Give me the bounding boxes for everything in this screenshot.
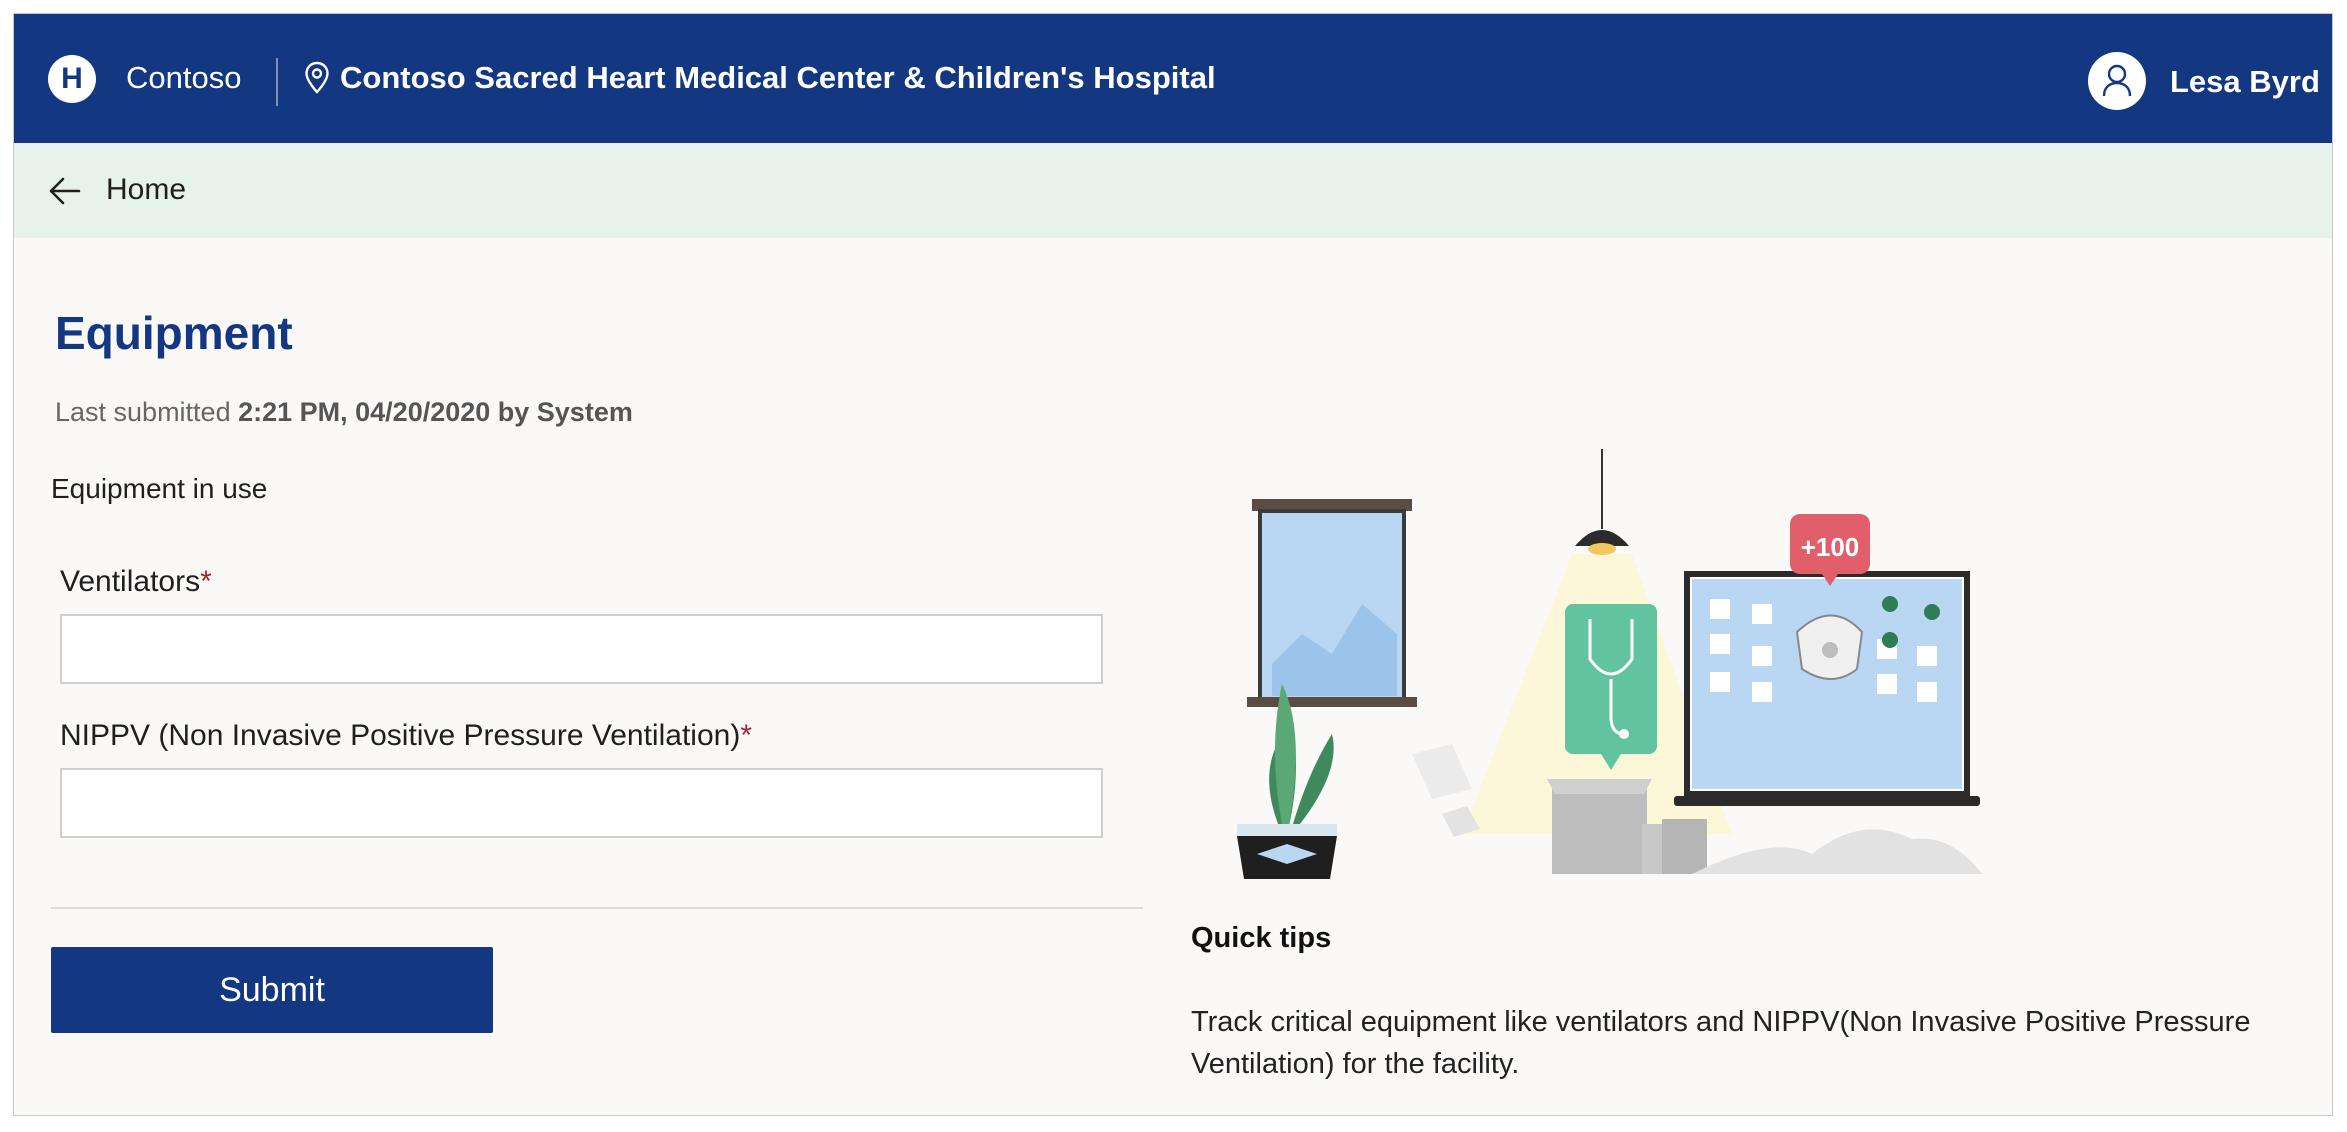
form-divider xyxy=(51,907,1143,909)
back-arrow-icon[interactable] xyxy=(47,173,83,209)
location-pin-icon xyxy=(305,61,329,94)
required-mark: * xyxy=(740,719,752,752)
section-heading: Equipment in use xyxy=(51,473,268,504)
nippv-label: NIPPV (Non Invasive Positive Pressure Ve… xyxy=(60,716,752,756)
header-divider xyxy=(276,58,278,106)
hospital-logo-icon[interactable]: H xyxy=(48,55,96,103)
breadcrumb-home-link[interactable]: Home xyxy=(106,171,186,209)
page-title: Equipment xyxy=(55,307,293,359)
app-window: H Contoso Contoso Sacred Heart Medical C… xyxy=(13,13,2333,1116)
top-navigation-bar: H Contoso Contoso Sacred Heart Medical C… xyxy=(14,14,2332,143)
ventilators-input[interactable] xyxy=(60,614,1103,684)
facility-name[interactable]: Contoso Sacred Heart Medical Center & Ch… xyxy=(340,58,1216,98)
nippv-input[interactable] xyxy=(60,768,1103,838)
user-avatar-icon[interactable] xyxy=(2088,52,2146,110)
required-mark: * xyxy=(200,565,212,598)
last-submitted-prefix: Last submitted xyxy=(55,397,239,427)
equipment-illustration: +100 xyxy=(1237,449,1982,879)
ventilators-label-text: Ventilators xyxy=(60,565,201,598)
nippv-label-text: NIPPV (Non Invasive Positive Pressure Ve… xyxy=(60,719,741,752)
submit-button[interactable]: Submit xyxy=(51,947,493,1033)
last-submitted-text: Last submitted 2:21 PM, 04/20/2020 by Sy… xyxy=(55,394,633,430)
quick-tips-heading: Quick tips xyxy=(1191,922,1332,954)
quick-tips-text: Track critical equipment like ventilator… xyxy=(1191,1006,2251,1080)
last-submitted-value: 2:21 PM, 04/20/2020 by System xyxy=(238,397,633,427)
breadcrumb: Home xyxy=(14,143,2332,238)
badge-text: +100 xyxy=(1801,532,1860,562)
user-name[interactable]: Lesa Byrd xyxy=(2170,62,2320,102)
ventilators-label: Ventilators* xyxy=(60,562,212,602)
brand-name[interactable]: Contoso xyxy=(126,58,241,98)
